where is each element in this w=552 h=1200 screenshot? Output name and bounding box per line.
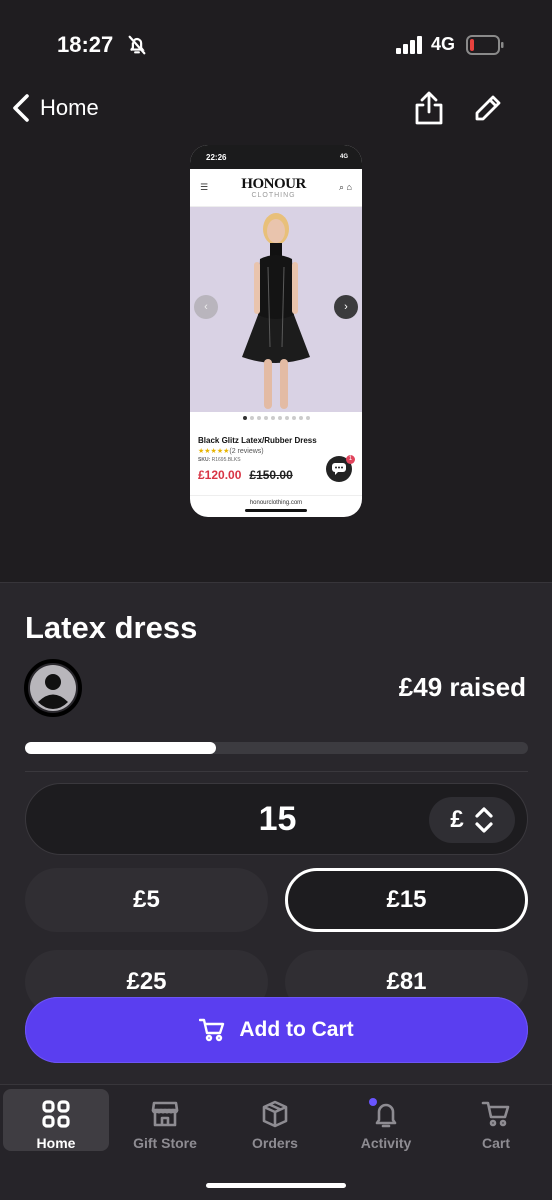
preview-stars: ★★★★★ <box>198 448 230 455</box>
status-bar: 18:27 4G <box>0 0 552 90</box>
amount-input[interactable]: 15 £ <box>25 783 528 855</box>
preview-url: honourclothing.com <box>190 495 362 506</box>
product-preview-image[interactable]: 22:26 4G ☰ HONOUR CLOTHING ⌕ ⌂ ‹ › Black… <box>190 145 362 517</box>
tab-gift-store[interactable]: Gift Store <box>112 1089 218 1151</box>
back-button[interactable]: Home <box>10 90 99 126</box>
preview-home-indicator <box>245 509 307 512</box>
tab-label: Activity <box>360 1135 412 1151</box>
box-icon <box>262 1100 288 1128</box>
pencil-icon[interactable] <box>472 92 504 124</box>
preview-status-time: 22:26 <box>206 152 227 162</box>
preview-reviews: (2 reviews) <box>229 448 264 455</box>
chevron-up-down-icon <box>475 807 493 833</box>
preview-price-was: £150.00 <box>249 468 293 482</box>
preview-prev-arrow: ‹ <box>194 295 218 319</box>
tab-orders[interactable]: Orders <box>222 1089 328 1151</box>
preview-site-header: ☰ HONOUR CLOTHING ⌕ ⌂ <box>190 169 362 207</box>
preview-search-bag-icons: ⌕ ⌂ <box>339 182 352 192</box>
item-title: Latex dress <box>25 610 198 645</box>
preview-brand-sub: CLOTHING <box>251 191 296 199</box>
currency-symbol: £ <box>450 806 464 833</box>
preview-rating: ★★★★★(2 reviews) <box>198 447 354 455</box>
preset-amount-5[interactable]: £5 <box>25 868 268 932</box>
status-time: 18:27 <box>57 32 114 57</box>
preview-sku-value: R1695.BLKS <box>211 457 241 463</box>
preview-product-title: Black Glitz Latex/Rubber Dress <box>198 436 317 445</box>
network-type: 4G <box>431 34 456 54</box>
chevron-left-icon <box>13 94 29 122</box>
activity-notification-dot <box>369 1098 377 1106</box>
preview-logo: HONOUR CLOTHING <box>241 175 306 199</box>
preview-brand: HONOUR <box>241 175 306 192</box>
share-icon[interactable] <box>412 90 446 126</box>
preview-menu-icon: ☰ <box>200 182 209 192</box>
tab-cart[interactable]: Cart <box>443 1089 549 1151</box>
raised-amount: £49 raised <box>398 672 526 702</box>
tab-label: Gift Store <box>133 1135 197 1151</box>
preview-chat-badge: 1 <box>346 455 355 464</box>
preview-carousel-dots <box>190 412 362 424</box>
preview-sku-label: SKU: <box>198 457 211 463</box>
bell-slash-icon <box>128 35 146 55</box>
preview-status-bar: 22:26 4G <box>190 145 362 169</box>
grid-icon <box>42 1100 70 1128</box>
battery-low-icon <box>466 35 504 55</box>
preview-status-network: 4G <box>339 154 348 160</box>
back-label: Home <box>40 95 99 120</box>
add-to-cart-label: Add to Cart <box>239 1018 354 1041</box>
divider <box>25 771 528 772</box>
funding-progress-fill <box>25 742 217 754</box>
cart-icon <box>481 1101 510 1127</box>
tab-activity[interactable]: Activity <box>333 1089 439 1151</box>
funding-progress-bar <box>25 742 528 754</box>
home-indicator <box>206 1183 346 1188</box>
tab-label: Cart <box>481 1135 510 1151</box>
signal-icon <box>396 36 422 54</box>
avatar[interactable] <box>24 659 82 717</box>
tab-label: Home <box>36 1135 76 1151</box>
preview-product-photo: ‹ › <box>190 207 362 412</box>
tab-label: Orders <box>252 1135 298 1151</box>
cart-icon <box>199 1018 225 1042</box>
add-to-cart-button[interactable]: Add to Cart <box>25 997 528 1063</box>
preset-amount-15[interactable]: £15 <box>285 868 528 932</box>
store-icon <box>151 1101 179 1127</box>
preview-price-now: £120.00 <box>198 468 242 482</box>
tab-home[interactable]: Home <box>3 1089 109 1151</box>
preview-next-arrow: › <box>334 295 358 319</box>
currency-selector[interactable]: £ <box>429 797 515 843</box>
